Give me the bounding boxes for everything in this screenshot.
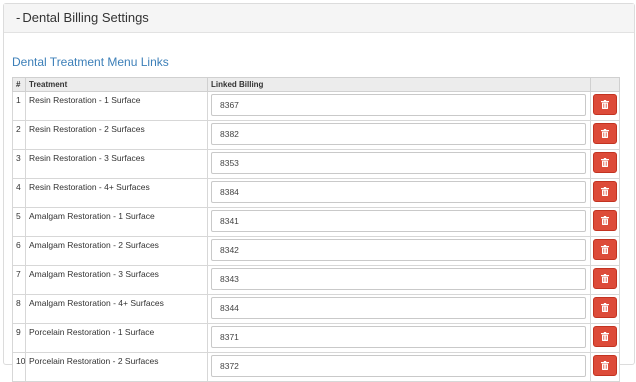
panel-title: Dental Billing Settings (22, 10, 149, 25)
row-number: 1 (12, 91, 26, 121)
linked-billing-cell (207, 323, 591, 353)
linked-billing-input[interactable] (211, 355, 586, 377)
table-row: 7 Amalgam Restoration - 3 Surfaces (12, 265, 620, 295)
panel-header[interactable]: - Dental Billing Settings (4, 4, 634, 33)
table-row: 10 Porcelain Restoration - 2 Surfaces (12, 352, 620, 382)
linked-billing-cell (207, 265, 591, 295)
row-number: 10 (12, 352, 26, 382)
section-title: Dental Treatment Menu Links (12, 55, 169, 69)
treatment-name: Resin Restoration - 2 Surfaces (25, 120, 208, 150)
trash-icon (601, 361, 609, 370)
treatment-links-table: # Treatment Linked Billing 1 Resin Restor… (12, 77, 620, 382)
linked-billing-cell (207, 352, 591, 382)
linked-billing-cell (207, 236, 591, 266)
table-row: 2 Resin Restoration - 2 Surfaces (12, 120, 620, 150)
col-header-actions (590, 77, 620, 92)
linked-billing-input[interactable] (211, 152, 586, 174)
treatment-name: Amalgam Restoration - 4+ Surfaces (25, 294, 208, 324)
table-row: 9 Porcelain Restoration - 1 Surface (12, 323, 620, 353)
row-number: 8 (12, 294, 26, 324)
linked-billing-input[interactable] (211, 268, 586, 290)
linked-billing-input[interactable] (211, 181, 586, 203)
delete-button[interactable] (593, 123, 617, 144)
treatment-name: Resin Restoration - 1 Surface (25, 91, 208, 121)
delete-button[interactable] (593, 210, 617, 231)
linked-billing-cell (207, 120, 591, 150)
treatment-name: Porcelain Restoration - 2 Surfaces (25, 352, 208, 382)
trash-icon (601, 332, 609, 341)
treatment-name: Amalgam Restoration - 1 Surface (25, 207, 208, 237)
treatment-name: Amalgam Restoration - 2 Surfaces (25, 236, 208, 266)
linked-billing-input[interactable] (211, 239, 586, 261)
row-number: 5 (12, 207, 26, 237)
delete-button[interactable] (593, 239, 617, 260)
linked-billing-cell (207, 207, 591, 237)
table-row: 8 Amalgam Restoration - 4+ Surfaces (12, 294, 620, 324)
table-row: 3 Resin Restoration - 3 Surfaces (12, 149, 620, 179)
col-header-linked-billing: Linked Billing (207, 77, 591, 92)
trash-icon (601, 303, 609, 312)
treatment-name: Resin Restoration - 3 Surfaces (25, 149, 208, 179)
linked-billing-input[interactable] (211, 326, 586, 348)
delete-button[interactable] (593, 94, 617, 115)
row-number: 6 (12, 236, 26, 266)
col-header-num: # (12, 77, 26, 92)
trash-icon (601, 158, 609, 167)
actions-cell (590, 91, 620, 121)
linked-billing-cell (207, 294, 591, 324)
delete-button[interactable] (593, 268, 617, 289)
col-header-treatment: Treatment (25, 77, 208, 92)
actions-cell (590, 236, 620, 266)
treatment-name: Porcelain Restoration - 1 Surface (25, 323, 208, 353)
linked-billing-cell (207, 149, 591, 179)
row-number: 3 (12, 149, 26, 179)
actions-cell (590, 178, 620, 208)
treatment-name: Amalgam Restoration - 3 Surfaces (25, 265, 208, 295)
table-header-row: # Treatment Linked Billing (12, 77, 620, 92)
delete-button[interactable] (593, 152, 617, 173)
trash-icon (601, 245, 609, 254)
actions-cell (590, 120, 620, 150)
row-number: 2 (12, 120, 26, 150)
actions-cell (590, 323, 620, 353)
trash-icon (601, 216, 609, 225)
collapse-toggle[interactable]: - (16, 10, 20, 25)
trash-icon (601, 274, 609, 283)
treatment-name: Resin Restoration - 4+ Surfaces (25, 178, 208, 208)
trash-icon (601, 129, 609, 138)
linked-billing-input[interactable] (211, 297, 586, 319)
delete-button[interactable] (593, 326, 617, 347)
table-row: 6 Amalgam Restoration - 2 Surfaces (12, 236, 620, 266)
actions-cell (590, 149, 620, 179)
row-number: 9 (12, 323, 26, 353)
delete-button[interactable] (593, 355, 617, 376)
table-row: 4 Resin Restoration - 4+ Surfaces (12, 178, 620, 208)
table-row: 1 Resin Restoration - 1 Surface (12, 91, 620, 121)
row-number: 4 (12, 178, 26, 208)
trash-icon (601, 100, 609, 109)
trash-icon (601, 187, 609, 196)
linked-billing-cell (207, 91, 591, 121)
actions-cell (590, 294, 620, 324)
linked-billing-input[interactable] (211, 210, 586, 232)
table-row: 5 Amalgam Restoration - 1 Surface (12, 207, 620, 237)
linked-billing-cell (207, 178, 591, 208)
linked-billing-input[interactable] (211, 94, 586, 116)
actions-cell (590, 207, 620, 237)
delete-button[interactable] (593, 181, 617, 202)
row-number: 7 (12, 265, 26, 295)
actions-cell (590, 265, 620, 295)
linked-billing-input[interactable] (211, 123, 586, 145)
delete-button[interactable] (593, 297, 617, 318)
actions-cell (590, 352, 620, 382)
